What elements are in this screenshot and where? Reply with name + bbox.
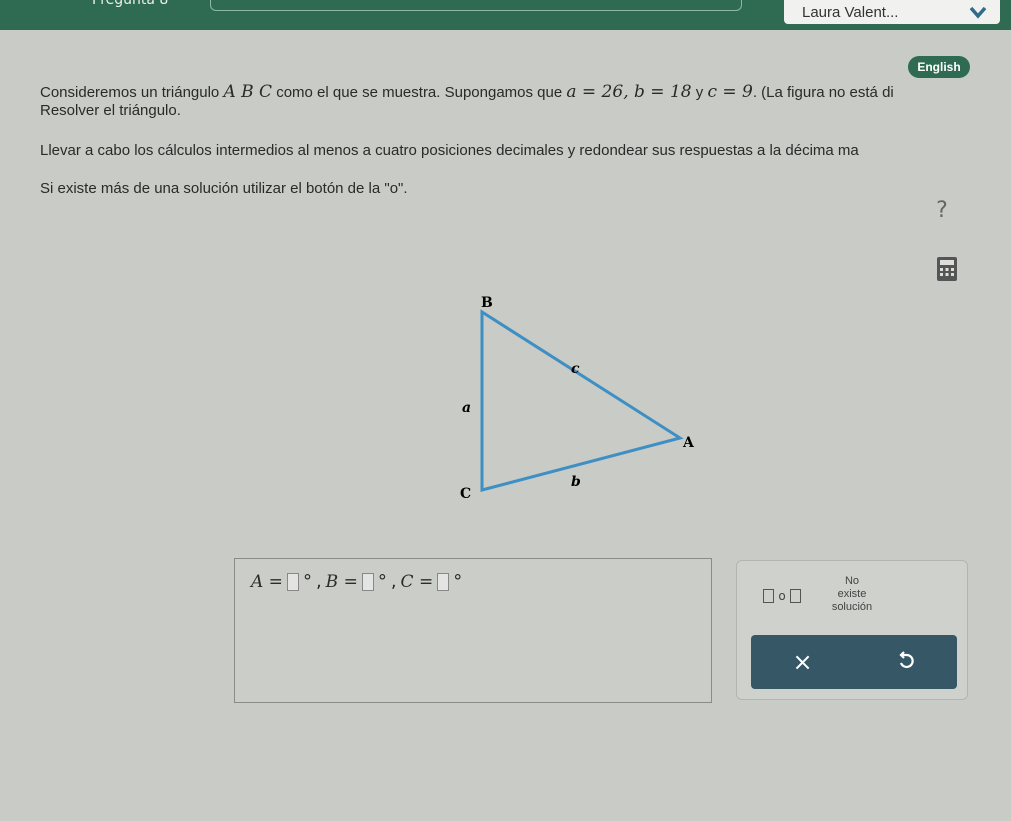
triangle-figure: B A C a b c [460, 295, 695, 502]
no-solution-label: existe [837, 587, 867, 600]
no-solution-label: No [844, 574, 860, 587]
vertex-label-c: C [460, 486, 471, 502]
top-bar: Pregunta 8 Laura Valent... [0, 0, 1011, 30]
problem-text: . (La figura no está di [752, 84, 894, 101]
angle-a-input[interactable] [286, 572, 299, 591]
no-solution-button[interactable]: No existe solución [817, 567, 887, 621]
angle-a-label: A = [251, 571, 283, 592]
angle-b-input[interactable] [361, 572, 374, 591]
side-a-value: a = 26 [566, 82, 624, 102]
problem-text: y [691, 84, 708, 101]
degree-symbol: ° [302, 571, 312, 592]
degree-symbol: ° [377, 571, 387, 592]
problem-text: como el que se muestra. Supongamos que [272, 84, 567, 101]
user-name: Laura Valent... [802, 3, 899, 21]
help-icon[interactable]: ? [930, 198, 954, 224]
slot-icon [763, 589, 775, 603]
side-c-value: c = 9 [707, 82, 753, 102]
language-button[interactable]: English [908, 56, 970, 78]
close-icon: × [792, 648, 813, 676]
chevron-down-icon [969, 6, 987, 19]
undo-button[interactable] [854, 635, 957, 689]
undo-icon [898, 651, 914, 669]
problem-statement: Consideremos un triángulo A B C como el … [40, 82, 894, 102]
tools-panel: o No existe solución × [736, 560, 968, 700]
no-solution-label: solución [831, 600, 873, 613]
question-title: Pregunta 8 [92, 0, 169, 8]
user-menu[interactable]: Laura Valent... [784, 0, 1000, 24]
answer-box: A = °, B = °, C = ° [234, 558, 712, 703]
or-label: o [778, 589, 786, 603]
calculator-icon[interactable] [936, 256, 958, 282]
instruction-solve: Resolver el triángulo. [40, 102, 181, 119]
answer-row: A = °, B = °, C = ° [251, 571, 462, 592]
vertex-label-a: A [682, 435, 695, 451]
clear-button[interactable]: × [751, 635, 854, 689]
angle-c-label: C = [400, 571, 434, 592]
triangle-name: A B C [223, 82, 273, 102]
degree-symbol: ° [453, 571, 463, 592]
vertex-label-b: B [481, 295, 493, 311]
progress-bar [210, 0, 742, 11]
side-b-value: b = 18 [634, 82, 692, 102]
problem-text: Consideremos un triángulo [40, 84, 224, 101]
angle-b-label: B = [325, 571, 358, 592]
side-label-a: a [462, 400, 471, 416]
side-label-b: b [571, 474, 581, 490]
instruction-multiple-solutions: Si existe más de una solución utilizar e… [40, 180, 408, 197]
separator: , [390, 571, 397, 592]
slot-icon [789, 589, 801, 603]
angle-c-input[interactable] [437, 572, 450, 591]
side-label-c: c [571, 361, 580, 377]
separator: , [315, 571, 322, 592]
or-button[interactable]: o [755, 579, 809, 613]
instruction-rounding: Llevar a cabo los cálculos intermedios a… [40, 142, 859, 159]
